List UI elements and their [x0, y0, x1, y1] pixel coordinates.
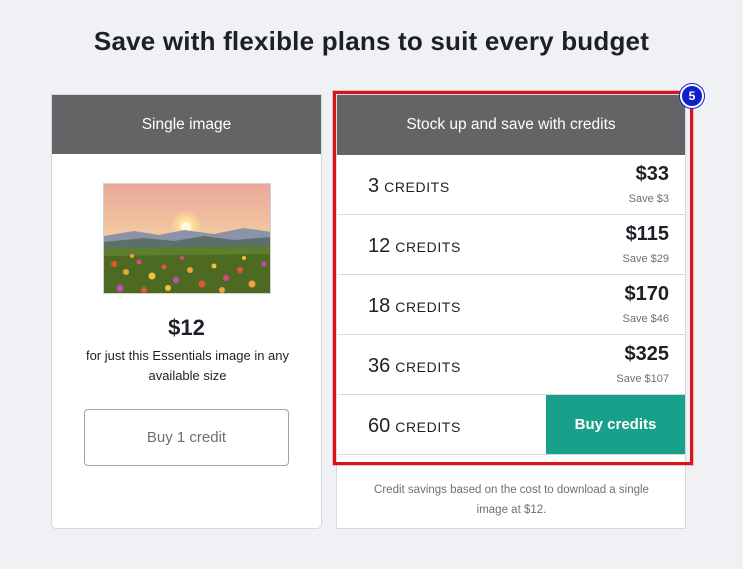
credit-savings: Save $46 — [622, 313, 669, 325]
credit-quantity: 36 — [368, 355, 391, 377]
credits-header: Stock up and save with credits — [337, 95, 685, 155]
annotation-marker-badge: 5 — [680, 84, 704, 108]
credit-option-12[interactable]: 12 CREDITS $115 Save $29 — [338, 215, 685, 275]
credit-quantity: 60 — [368, 415, 391, 437]
credit-quantity: 12 — [368, 235, 391, 257]
buy-1-credit-button[interactable]: Buy 1 credit — [84, 409, 289, 466]
credit-savings-note: Credit savings based on the cost to down… — [374, 484, 649, 516]
credit-quantity: 18 — [368, 295, 391, 317]
single-image-header: Single image — [52, 95, 321, 154]
credit-unit-label: CREDITS — [384, 179, 450, 195]
buy-credits-button[interactable]: Buy credits — [546, 395, 685, 454]
credit-unit-label: CREDITS — [395, 359, 461, 375]
credit-option-60[interactable]: 60 CREDITS Buy credits — [338, 395, 685, 455]
credit-savings: Save $107 — [616, 373, 669, 385]
credit-quantity: 3 — [368, 175, 380, 197]
credit-unit-label: CREDITS — [395, 239, 461, 255]
credit-option-18[interactable]: 18 CREDITS $170 Save $46 — [338, 275, 685, 335]
credit-price: $170 — [624, 283, 670, 305]
page-title: Save with flexible plans to suit every b… — [93, 26, 650, 56]
single-image-card: Single image $12 for just this Essential… — [51, 94, 322, 529]
credits-card: Stock up and save with credits 3 CREDITS … — [336, 94, 686, 529]
credit-unit-label: CREDITS — [395, 419, 461, 435]
credit-price: $325 — [624, 343, 670, 365]
image-thumbnail[interactable] — [103, 183, 271, 294]
credit-option-36[interactable]: 36 CREDITS $325 Save $107 — [338, 335, 685, 395]
credit-savings: Save $29 — [622, 253, 669, 265]
credit-option-3[interactable]: 3 CREDITS $33 Save $3 — [338, 155, 685, 215]
credit-price: $33 — [635, 163, 669, 185]
single-image-price: $12 — [168, 315, 205, 340]
credit-savings: Save $3 — [628, 193, 669, 205]
credit-unit-label: CREDITS — [395, 299, 461, 315]
single-image-description: for just this Essentials image in any av… — [85, 348, 290, 383]
credit-price: $115 — [625, 223, 669, 245]
